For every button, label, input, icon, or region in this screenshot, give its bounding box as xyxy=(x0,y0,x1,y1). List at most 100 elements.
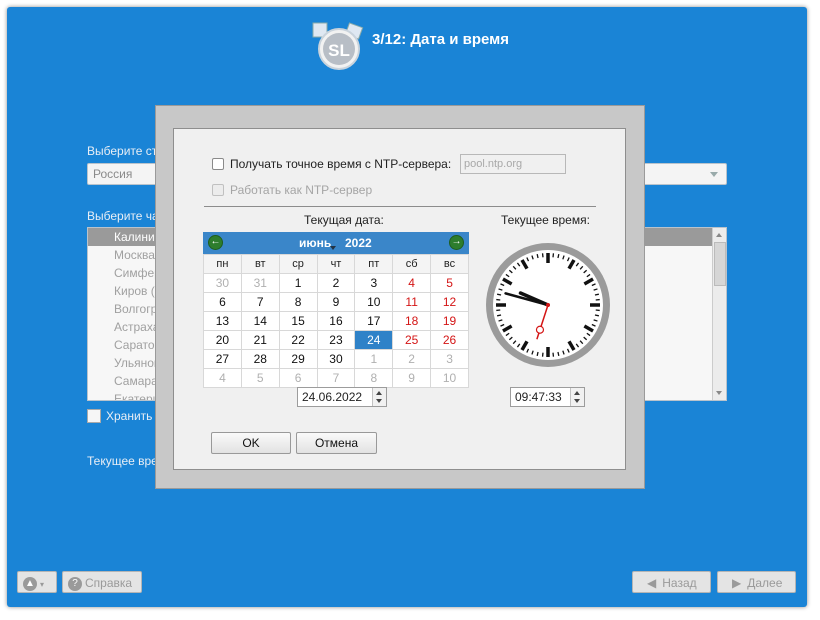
calendar-day[interactable]: 20 xyxy=(203,330,242,350)
calendar-day[interactable]: 23 xyxy=(316,330,356,350)
calendar-grid: пн вт ср чт пт сб вс 30 31 1 2 3 4 5 6 7… xyxy=(203,254,469,388)
calendar-day[interactable]: 3 xyxy=(354,273,394,293)
calendar-day[interactable]: 25 xyxy=(392,330,432,350)
calendar-day[interactable]: 9 xyxy=(316,292,356,312)
keep-label: Хранить в xyxy=(106,409,163,423)
menu-button[interactable]: ▲ ▾ xyxy=(17,571,57,593)
calendar-day[interactable]: 4 xyxy=(392,273,432,293)
next-button[interactable]: ▶ Далее xyxy=(717,571,796,593)
calendar-day[interactable]: 7 xyxy=(316,368,356,388)
cancel-button[interactable]: Отмена xyxy=(296,432,377,454)
calendar-month[interactable]: июнь xyxy=(299,236,331,250)
help-button[interactable]: ? Справка xyxy=(62,571,142,593)
second-hand-dot xyxy=(535,325,545,334)
calendar-day[interactable]: 2 xyxy=(316,273,356,293)
minute-tick xyxy=(497,314,502,317)
weekday-header: вт xyxy=(240,254,280,274)
back-button[interactable]: ◀ Назад xyxy=(632,571,711,593)
installer-logo-icon: SL xyxy=(312,22,364,70)
calendar-day[interactable]: 9 xyxy=(392,368,432,388)
calendar-day[interactable]: 10 xyxy=(430,368,469,388)
chevron-down-icon[interactable] xyxy=(330,246,336,250)
calendar-day[interactable]: 28 xyxy=(240,349,280,369)
step-up-icon[interactable] xyxy=(376,391,382,395)
chevron-left-icon: ◀ xyxy=(647,576,657,590)
calendar-day[interactable]: 4 xyxy=(203,368,242,388)
divider xyxy=(204,206,596,207)
calendar-day[interactable]: 6 xyxy=(203,292,242,312)
calendar-day[interactable]: 30 xyxy=(203,273,242,293)
calendar-day[interactable]: 8 xyxy=(278,292,318,312)
chevron-down-icon xyxy=(710,172,718,177)
scroll-thumb[interactable] xyxy=(714,242,726,286)
calendar-day[interactable]: 6 xyxy=(278,368,318,388)
time-spinbox[interactable]: 09:47:33 xyxy=(510,387,585,407)
minute-tick xyxy=(536,351,539,356)
calendar-day[interactable]: 14 xyxy=(240,311,280,331)
ntp-server-mode-checkbox[interactable] xyxy=(212,184,224,196)
calendar-day-selected[interactable]: 24 xyxy=(354,330,394,350)
calendar-day[interactable]: 1 xyxy=(354,349,394,369)
prev-month-icon[interactable]: ← xyxy=(208,235,223,250)
calendar-day[interactable]: 18 xyxy=(392,311,432,331)
calendar-day[interactable]: 5 xyxy=(430,273,469,293)
calendar-day[interactable]: 12 xyxy=(430,292,469,312)
weekday-header: пн xyxy=(203,254,242,274)
calendar-day[interactable]: 19 xyxy=(430,311,469,331)
calendar-day[interactable]: 21 xyxy=(240,330,280,350)
ntp-checkbox[interactable] xyxy=(212,158,224,170)
timezone-label: Выберите ча xyxy=(87,209,159,223)
analog-clock-icon xyxy=(486,243,610,367)
calendar-day[interactable]: 27 xyxy=(203,349,242,369)
calendar-year[interactable]: 2022 xyxy=(345,236,372,250)
step-up-icon[interactable] xyxy=(574,391,580,395)
date-spinbox[interactable]: 24.06.2022 xyxy=(297,387,387,407)
calendar-day[interactable]: 26 xyxy=(430,330,469,350)
calendar-day[interactable]: 17 xyxy=(354,311,394,331)
calendar-day[interactable]: 11 xyxy=(392,292,432,312)
scroll-down-icon[interactable] xyxy=(716,391,722,395)
keep-checkbox[interactable] xyxy=(87,409,101,423)
calendar-day[interactable]: 30 xyxy=(316,349,356,369)
current-time-label: Текущее время: xyxy=(501,213,590,227)
time-stepper[interactable] xyxy=(570,388,584,406)
scroll-up-icon[interactable] xyxy=(716,233,722,237)
calendar-day[interactable]: 10 xyxy=(354,292,394,312)
calendar-day[interactable]: 22 xyxy=(278,330,318,350)
weekday-header: чт xyxy=(316,254,356,274)
minute-tick xyxy=(557,351,560,356)
weekday-header: ср xyxy=(278,254,318,274)
calendar-day[interactable]: 1 xyxy=(278,273,318,293)
date-time-dialog: Получать точное время с NTP-сервера: poo… xyxy=(173,128,626,470)
calendar-day[interactable]: 16 xyxy=(316,311,356,331)
help-label: Справка xyxy=(85,576,133,590)
page-title: 3/12: Дата и время xyxy=(372,31,510,48)
country-value: Россия xyxy=(93,167,133,181)
minute-tick xyxy=(557,254,560,259)
date-value: 24.06.2022 xyxy=(302,390,363,404)
country-label: Выберите стр xyxy=(87,144,164,158)
weekday-header: пт xyxy=(354,254,394,274)
calendar-day[interactable]: 31 xyxy=(240,273,280,293)
calendar-day[interactable]: 15 xyxy=(278,311,318,331)
calendar-day[interactable]: 13 xyxy=(203,311,242,331)
calendar-day[interactable]: 8 xyxy=(354,368,394,388)
calendar-day[interactable]: 2 xyxy=(392,349,432,369)
calendar-day[interactable]: 29 xyxy=(278,349,318,369)
timezone-scrollbar[interactable] xyxy=(712,228,726,400)
date-stepper[interactable] xyxy=(372,388,386,406)
ntp-checkbox-label: Получать точное время с NTP-сервера: xyxy=(230,157,452,171)
ntp-server-input[interactable]: pool.ntp.org xyxy=(460,154,566,174)
svg-text:SL: SL xyxy=(328,41,350,60)
calendar-day[interactable]: 3 xyxy=(430,349,469,369)
ok-button[interactable]: OK xyxy=(211,432,291,454)
weekday-header: сб xyxy=(392,254,432,274)
calendar-day[interactable]: 5 xyxy=(240,368,280,388)
calendar-day[interactable]: 7 xyxy=(240,292,280,312)
step-down-icon[interactable] xyxy=(574,399,580,403)
current-date-label: Текущая дата: xyxy=(304,213,384,227)
next-month-icon[interactable]: → xyxy=(449,235,464,250)
arrow-up-icon: ▲ xyxy=(23,576,37,591)
ntp-server-mode-label: Работать как NTP-сервер xyxy=(230,183,373,197)
step-down-icon[interactable] xyxy=(376,399,382,403)
